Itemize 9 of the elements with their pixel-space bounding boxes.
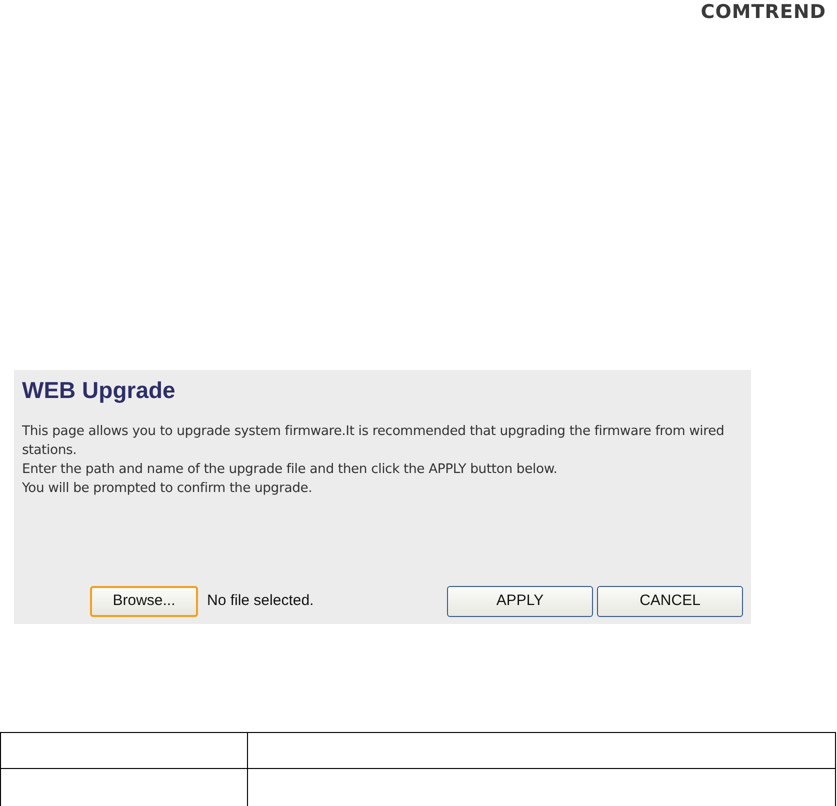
browse-button[interactable]: Browse... [90, 586, 198, 617]
page-title: WEB Upgrade [22, 376, 176, 404]
action-button[interactable]: CANCEL [597, 586, 743, 617]
description-text: Enter the path and name of the upgrade file and then click the APPLY button below. [22, 461, 558, 479]
logo: COMTREND [700, 1, 826, 23]
action-button[interactable]: APPLY [447, 586, 593, 617]
description-text: This page allows you to upgrade system firmware.It is recommended that upgrading the firmware from wired stations. [22, 423, 726, 460]
file-status: No file selected. [207, 591, 314, 612]
description-text: You will be prompted to confirm the upgrade. [22, 480, 314, 498]
